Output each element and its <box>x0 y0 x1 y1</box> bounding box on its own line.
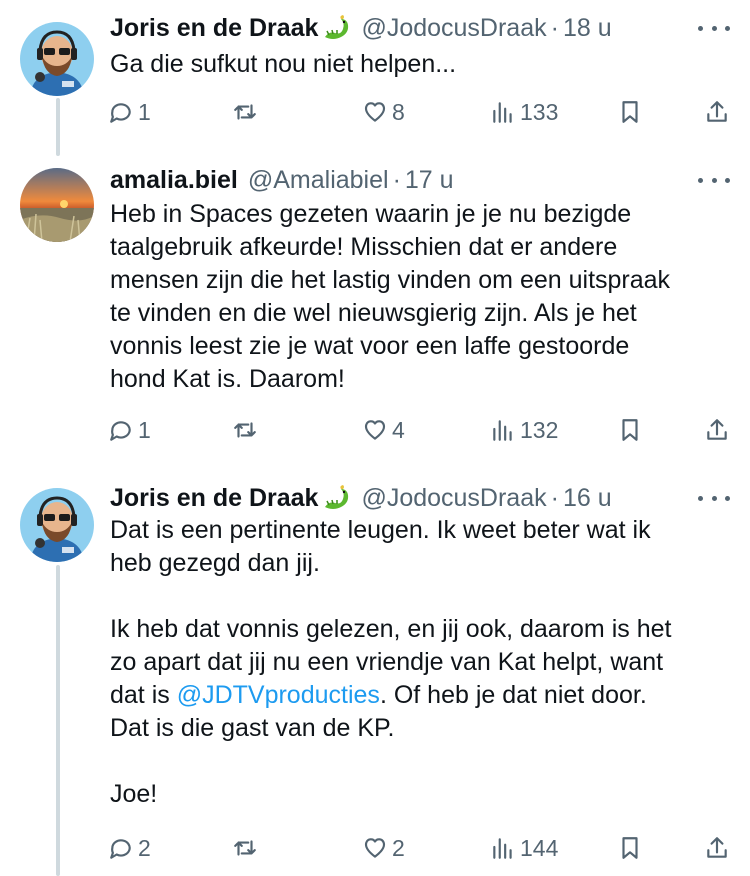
avatar[interactable] <box>20 488 94 562</box>
heart-icon <box>364 102 386 122</box>
like-count: 2 <box>392 834 405 861</box>
tweet-text-line <box>110 745 736 778</box>
tweet-text-line <box>110 580 736 613</box>
views-button[interactable]: 133 <box>490 92 558 132</box>
handle[interactable]: @Amaliabiel <box>248 166 389 195</box>
separator-dot: · <box>550 483 559 512</box>
timestamp[interactable]: 17 u <box>405 166 454 195</box>
like-count: 8 <box>392 98 405 125</box>
tweet-header: amalia.biel @Amaliabiel · 17 u <box>110 160 454 200</box>
tweet-text: Ga die sufkut nou niet helpen... <box>110 48 736 81</box>
share-button[interactable] <box>704 410 730 450</box>
bookmark-button[interactable] <box>617 92 643 132</box>
tweet-text-line: mensen zijn die het lastig vinden om een… <box>110 266 671 294</box>
thread-line-3 <box>56 565 60 876</box>
tweet-text-line: Joe! <box>110 780 158 808</box>
action-bar: 2 2 144 <box>100 828 740 868</box>
dragon-emoji-icon <box>325 485 349 509</box>
display-name[interactable]: Joris en de Draak <box>110 14 318 43</box>
reply-count: 1 <box>138 416 151 443</box>
retweet-icon <box>234 104 256 120</box>
tweet-text-line: vonnis leest zie je wat voor een laffe g… <box>110 332 630 360</box>
thread-line-1 <box>56 98 60 156</box>
share-icon <box>707 101 727 122</box>
mention-link[interactable]: @JDTVproducties <box>177 681 380 709</box>
handle[interactable]: @JodocusDraak <box>361 484 546 513</box>
reply-icon <box>110 839 131 859</box>
tweet-text: Heb in Spaces gezeten waarin je je nu be… <box>110 198 736 396</box>
retweet-button[interactable] <box>232 410 262 450</box>
reply-button[interactable]: 1 <box>108 92 151 132</box>
reply-button[interactable]: 1 <box>108 410 151 450</box>
tweet-header: Joris en de Draak @JodocusDraak · 18 u <box>110 8 612 48</box>
views-button[interactable]: 144 <box>490 828 558 868</box>
more-options-icon[interactable] <box>698 16 730 40</box>
like-count: 4 <box>392 416 405 443</box>
tweet-text-line: Dat is die gast van de KP. <box>110 714 395 742</box>
like-button[interactable]: 4 <box>362 410 405 450</box>
bookmark-icon <box>622 419 638 441</box>
retweet-icon <box>234 840 256 856</box>
reply-icon <box>110 103 131 123</box>
view-count: 132 <box>520 416 559 443</box>
text-segment: dat is <box>110 681 177 709</box>
bookmark-icon <box>622 101 638 123</box>
view-count: 133 <box>520 98 559 125</box>
tweet-text-line: hond Kat is. Daarom! <box>110 365 345 393</box>
retweet-button[interactable] <box>232 92 262 132</box>
reply-count: 2 <box>138 834 151 861</box>
avatar-image <box>20 488 94 562</box>
retweet-button[interactable] <box>232 828 262 868</box>
like-button[interactable]: 8 <box>362 92 405 132</box>
avatar[interactable] <box>20 22 94 96</box>
bookmark-button[interactable] <box>617 410 643 450</box>
share-icon <box>707 419 727 440</box>
tweet-text-line-with-link: dat is @JDTVproducties. Of heb je dat ni… <box>110 679 736 712</box>
display-name[interactable]: amalia.biel <box>110 166 238 195</box>
like-button[interactable]: 2 <box>362 828 405 868</box>
share-button[interactable] <box>704 92 730 132</box>
tweet-text-line: Ga die sufkut nou niet helpen... <box>110 50 457 78</box>
avatar-image <box>20 168 94 242</box>
heart-icon <box>364 838 386 858</box>
views-chart-icon <box>493 838 512 859</box>
action-bar: 1 4 132 <box>100 410 740 450</box>
heart-icon <box>364 420 386 440</box>
bookmark-button[interactable] <box>617 828 643 868</box>
tweet-header: Joris en de Draak @JodocusDraak · 16 u <box>110 478 612 518</box>
tweet-text-line: Dat is een pertinente leugen. Ik weet be… <box>110 516 651 544</box>
separator-dot: · <box>550 13 559 42</box>
reply-button[interactable]: 2 <box>108 828 151 868</box>
timestamp[interactable]: 18 u <box>563 14 612 43</box>
retweet-icon <box>234 422 256 438</box>
text-segment: . Of heb je dat niet door. <box>379 681 647 709</box>
reply-count: 1 <box>138 98 151 125</box>
view-count: 144 <box>520 834 559 861</box>
tweet-text: Dat is een pertinente leugen. Ik weet be… <box>110 514 736 811</box>
tweet-text-line: heb gezegd dan jij. <box>110 549 320 577</box>
dragon-emoji-icon <box>325 15 349 39</box>
tweet-text-line: taalgebruik afkeurde! Misschien dat er a… <box>110 233 618 261</box>
avatar[interactable] <box>20 168 94 242</box>
more-options-icon[interactable] <box>698 486 730 510</box>
separator-dot: · <box>392 165 401 194</box>
tweet-text-line: Ik heb dat vonnis gelezen, en jij ook, d… <box>110 615 672 643</box>
share-icon <box>707 837 727 858</box>
reply-icon <box>110 421 131 441</box>
tweet-text-line: Heb in Spaces gezeten waarin je je nu be… <box>110 200 632 228</box>
views-chart-icon <box>493 102 512 123</box>
action-bar: 1 8 133 <box>100 92 740 132</box>
more-options-icon[interactable] <box>698 168 730 192</box>
timestamp[interactable]: 16 u <box>563 484 612 513</box>
share-button[interactable] <box>704 828 730 868</box>
display-name[interactable]: Joris en de Draak <box>110 484 318 513</box>
tweet-text-line: te vinden en die wel nieuwsgierig zijn. … <box>110 299 637 327</box>
bookmark-icon <box>622 837 638 859</box>
handle[interactable]: @JodocusDraak <box>361 14 546 43</box>
avatar-image <box>20 22 94 96</box>
views-chart-icon <box>493 420 512 441</box>
tweet-text-line: zo apart dat jij nu een vriendje van Kat… <box>110 648 664 676</box>
views-button[interactable]: 132 <box>490 410 558 450</box>
